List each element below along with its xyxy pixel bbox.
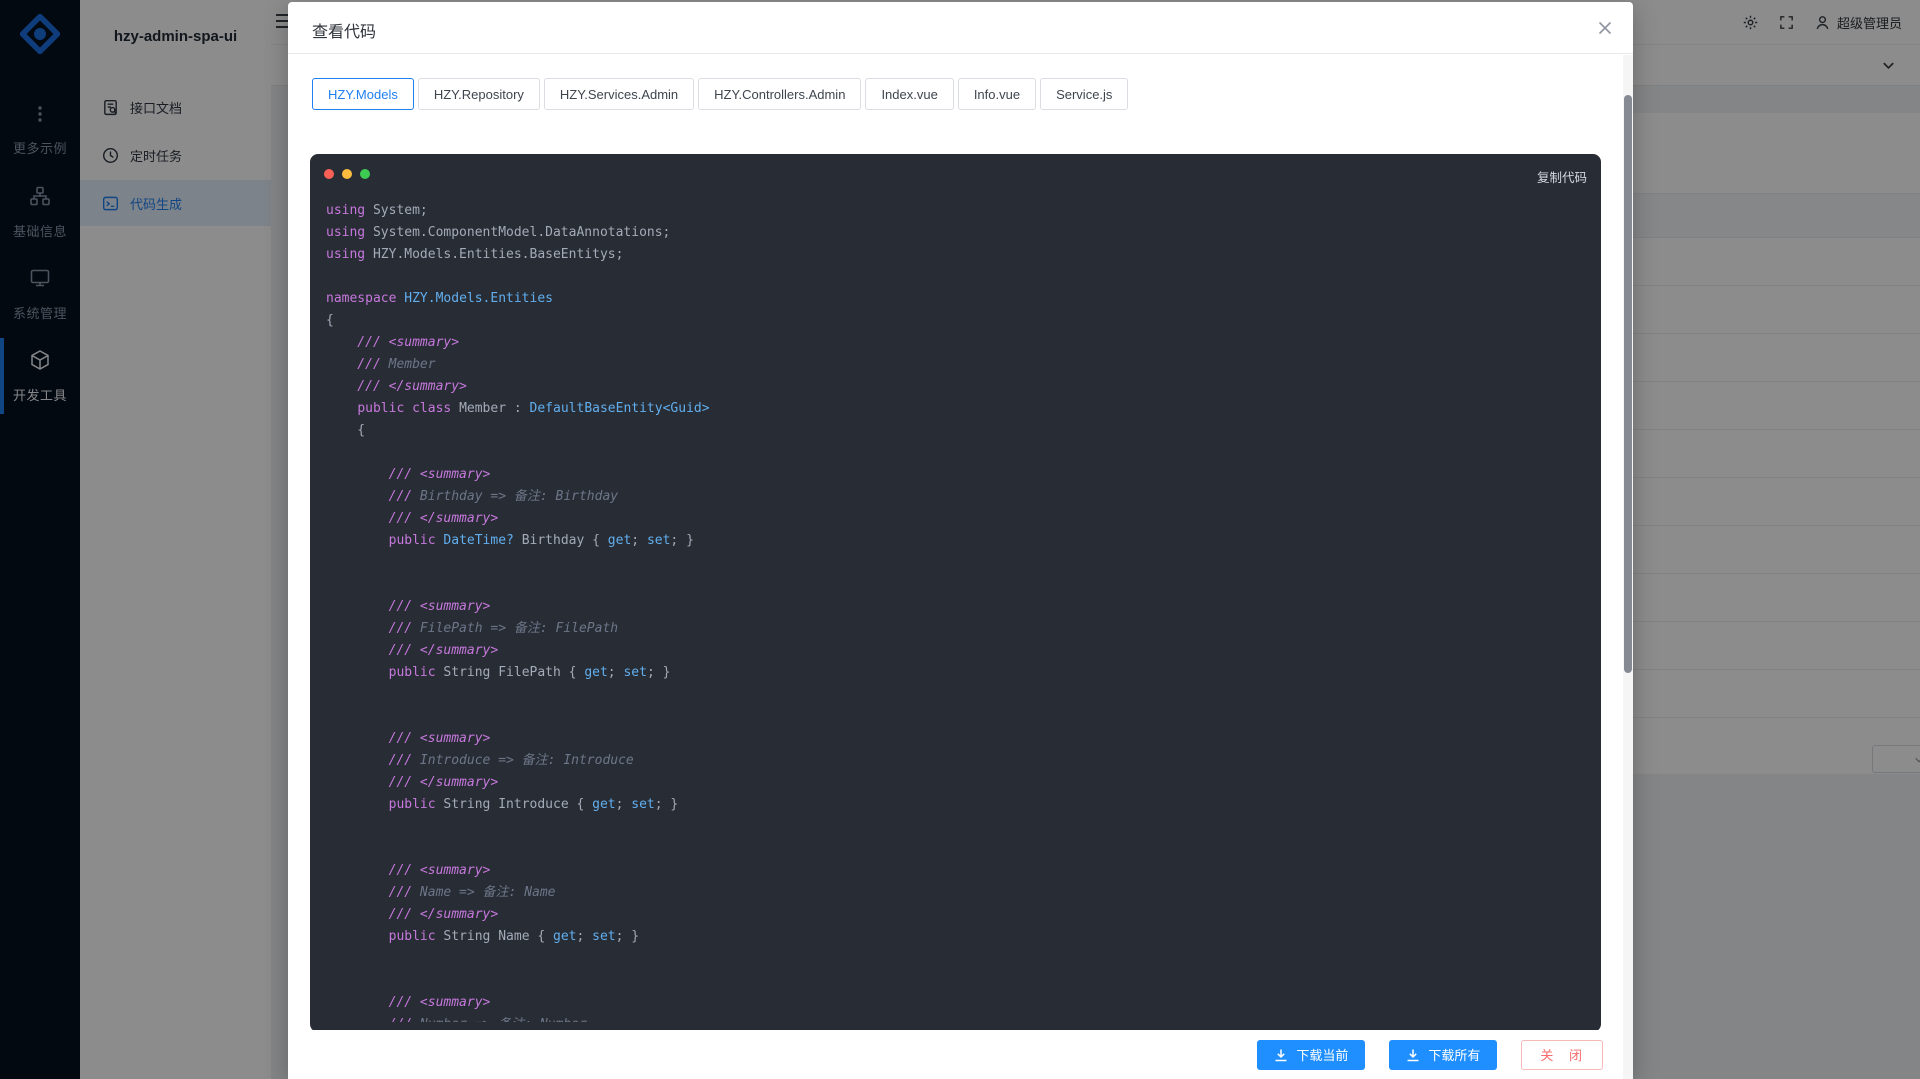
yellow-dot-icon (342, 169, 352, 179)
code-line: /// <summary> (326, 464, 1585, 486)
code-line: /// FilePath => 备注: FilePath (326, 618, 1585, 640)
code-line: /// Number => 备注: Number (326, 1014, 1585, 1022)
code-line: /// Birthday => 备注: Birthday (326, 486, 1585, 508)
code-line (326, 574, 1585, 596)
code-line: /// <summary> (326, 728, 1585, 750)
code-line: using System.ComponentModel.DataAnnotati… (326, 222, 1585, 244)
code-line: public String Name { get; set; } (326, 926, 1585, 948)
code-line: /// Name => 备注: Name (326, 882, 1585, 904)
dialog-header: 查看代码 (288, 2, 1633, 54)
code-line: public String FilePath { get; set; } (326, 662, 1585, 684)
code-content: using System;using System.ComponentModel… (310, 190, 1601, 1022)
code-line: { (326, 310, 1585, 332)
tab-service-js[interactable]: Service.js (1040, 78, 1128, 110)
code-line (326, 706, 1585, 728)
code-line: /// </summary> (326, 772, 1585, 794)
traffic-light-dots (324, 169, 370, 179)
code-line: /// </summary> (326, 904, 1585, 926)
code-line: /// <summary> (326, 596, 1585, 618)
code-block: 复制代码 using System;using System.Component… (310, 154, 1601, 1032)
close-dialog-button[interactable]: 关 闭 (1521, 1040, 1603, 1070)
code-line: /// </summary> (326, 640, 1585, 662)
download-current-button[interactable]: 下载当前 (1257, 1040, 1365, 1070)
code-line (326, 970, 1585, 992)
code-line: /// <summary> (326, 992, 1585, 1014)
download-icon (1406, 1048, 1420, 1062)
tab-hzy-controllers-admin[interactable]: HZY.Controllers.Admin (698, 78, 861, 110)
tab-info-vue[interactable]: Info.vue (958, 78, 1036, 110)
green-dot-icon (360, 169, 370, 179)
screen: 更多示例基础信息系统管理开发工具 hzy-admin-spa-ui 接口文档定时… (0, 0, 1920, 1079)
code-line: public String Introduce { get; set; } (326, 794, 1585, 816)
tab-hzy-repository[interactable]: HZY.Repository (418, 78, 540, 110)
code-line: /// <summary> (326, 860, 1585, 882)
red-dot-icon (324, 169, 334, 179)
code-line (326, 266, 1585, 288)
code-line (326, 442, 1585, 464)
download-icon (1274, 1048, 1288, 1062)
code-line (326, 684, 1585, 706)
tab-index-vue[interactable]: Index.vue (865, 78, 953, 110)
dialog-title: 查看代码 (312, 18, 376, 42)
code-file-tabs: HZY.ModelsHZY.RepositoryHZY.Services.Adm… (312, 78, 1128, 110)
view-code-dialog: 查看代码 HZY.ModelsHZY.RepositoryHZY.Service… (288, 2, 1633, 1079)
code-line: /// Member (326, 354, 1585, 376)
dialog-footer: 下载当前 下载所有 关 闭 (288, 1030, 1623, 1079)
code-line: public class Member : DefaultBaseEntity<… (326, 398, 1585, 420)
code-line (326, 838, 1585, 860)
code-line: /// Introduce => 备注: Introduce (326, 750, 1585, 772)
code-line: using HZY.Models.Entities.BaseEntitys; (326, 244, 1585, 266)
copy-code-button[interactable]: 复制代码 (1537, 167, 1587, 186)
code-line: using System; (326, 200, 1585, 222)
code-line: public DateTime? Birthday { get; set; } (326, 530, 1585, 552)
code-line: { (326, 420, 1585, 442)
close-icon[interactable] (1595, 18, 1615, 38)
tab-hzy-services-admin[interactable]: HZY.Services.Admin (544, 78, 694, 110)
code-line (326, 552, 1585, 574)
download-all-button[interactable]: 下载所有 (1389, 1040, 1497, 1070)
code-line: /// <summary> (326, 332, 1585, 354)
modal-scrollbar-thumb[interactable] (1624, 95, 1632, 673)
code-block-header: 复制代码 (310, 154, 1601, 190)
tab-hzy-models[interactable]: HZY.Models (312, 78, 414, 110)
code-line (326, 948, 1585, 970)
code-line: namespace HZY.Models.Entities (326, 288, 1585, 310)
modal-scrollbar-track (1623, 55, 1633, 1079)
code-line: /// </summary> (326, 376, 1585, 398)
code-line (326, 816, 1585, 838)
code-line: /// </summary> (326, 508, 1585, 530)
